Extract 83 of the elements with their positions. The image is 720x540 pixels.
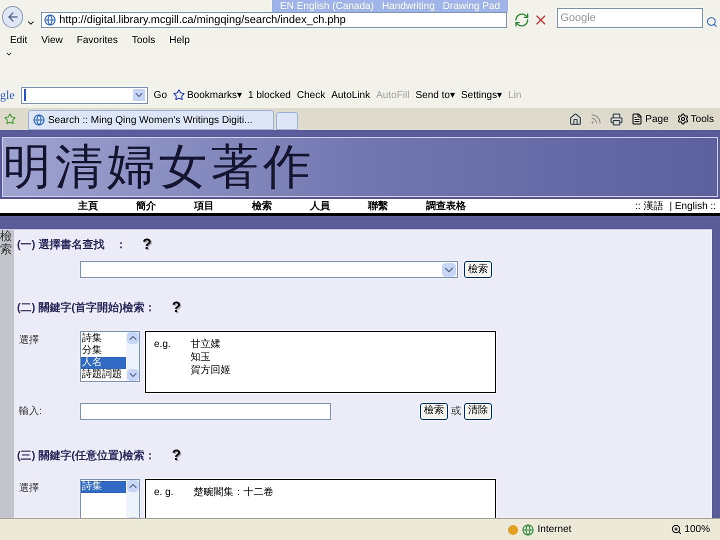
keyword-field[interactable] — [80, 402, 331, 420]
zone-text: Internet — [538, 523, 572, 537]
field-label: 選擇 — [18, 334, 40, 348]
listbox-option[interactable]: 分集 — [81, 345, 126, 357]
listbox-option[interactable]: 人名 — [81, 357, 126, 369]
example-label: e.g. — [154, 338, 171, 352]
field-label: 選擇 — [18, 482, 40, 496]
nav-link[interactable]: 人員 — [310, 198, 330, 214]
search-icon[interactable] — [706, 16, 718, 28]
sidebar-label: 檢索 — [0, 230, 12, 256]
example-label: e. g. — [154, 486, 174, 500]
search-button[interactable]: 檢索 — [420, 402, 448, 420]
search-field[interactable]: Google — [557, 8, 704, 28]
chevron-icon[interactable] — [5, 50, 13, 58]
listbox-option[interactable]: 詩集 — [81, 333, 126, 345]
menu-item[interactable]: Help — [169, 32, 190, 48]
title-select[interactable] — [80, 261, 458, 278]
nav-link[interactable]: 聯繫 — [368, 198, 388, 214]
example-text: 楚畹閣集：十二卷 — [193, 486, 274, 499]
toolbar-button[interactable]: AutoLink — [331, 88, 370, 102]
menu-item[interactable]: Tools — [132, 32, 156, 48]
toolbar-button[interactable]: Go — [154, 88, 168, 102]
menu-item[interactable]: Favorites — [76, 32, 118, 48]
zoom-control[interactable]: 100% — [671, 522, 720, 537]
page-icon — [33, 114, 45, 126]
listbox[interactable]: 詩集 分集 人名 詩題詞題 — [80, 331, 140, 382]
back-button[interactable] — [2, 6, 24, 28]
dropdown-icon[interactable] — [442, 262, 456, 276]
page-icon — [631, 113, 644, 125]
listbox-option[interactable]: 詩題詞題 — [81, 369, 126, 381]
zoom-icon — [671, 524, 682, 535]
google-logo: gle — [0, 87, 15, 104]
globe-icon — [522, 524, 534, 536]
toolbar-button[interactable]: 1 blocked — [248, 88, 291, 102]
nav-link[interactable]: 主頁 — [78, 198, 98, 214]
star-icon — [173, 89, 186, 101]
scroll-up-icon[interactable] — [126, 332, 138, 344]
help-icon[interactable]: ? — [172, 444, 181, 468]
help-icon[interactable]: ? — [172, 296, 181, 320]
listbox-option[interactable]: 詩集 — [81, 481, 126, 493]
scroll-down-icon[interactable] — [126, 369, 138, 381]
scrollbar[interactable] — [126, 332, 139, 381]
or-text: 或 — [451, 404, 461, 418]
toolbar-button[interactable]: Check — [296, 88, 326, 102]
warning-icon — [508, 524, 518, 534]
refresh-icon[interactable] — [514, 12, 530, 28]
feed-icon[interactable] — [590, 113, 602, 125]
site-title: 明清婦女著作 — [3, 143, 315, 191]
url-text: http://digital.library.mcgill.ca/mingqing/search/index_ch.php — [59, 12, 346, 28]
section-heading: (三) 關鍵字(任意位置)檢索： — [17, 448, 156, 464]
google-search-field[interactable] — [20, 86, 148, 104]
section-heading: (二) 關鍵字(首字開始)檢索： — [17, 300, 156, 316]
toolbar-button[interactable]: Send to▾ — [415, 88, 455, 102]
favorites-icon[interactable] — [4, 113, 16, 125]
nav-link[interactable]: 項目 — [194, 198, 214, 214]
print-icon[interactable] — [610, 112, 624, 126]
search-button[interactable]: 檢索 — [464, 261, 492, 278]
menu-item[interactable]: View — [41, 32, 63, 48]
field-label: 輸入: — [18, 404, 43, 418]
nav-link[interactable]: 調查表格 — [426, 198, 466, 214]
home-icon[interactable] — [569, 112, 582, 126]
language-link[interactable]: | English :: — [669, 198, 716, 214]
page-menu[interactable]: Page — [631, 112, 669, 126]
language-link[interactable]: :: 漢語 — [635, 198, 664, 214]
example-text: 賀方回姬 — [190, 364, 231, 377]
tools-menu[interactable]: Tools — [676, 112, 714, 126]
section-heading: (一) 選擇書名查找 ： — [17, 238, 126, 253]
browser-tab[interactable]: Search :: Ming Qing Women's Writings Digiti... — [28, 110, 274, 130]
nav-link[interactable]: 檢索 — [252, 198, 272, 214]
gear-icon — [676, 113, 689, 125]
example-text: 知玉 — [190, 351, 212, 364]
toolbar-button[interactable]: Settings▾ — [460, 88, 502, 102]
clear-button[interactable]: 清除 — [464, 402, 492, 420]
page-icon — [44, 14, 56, 26]
example-text: 甘立媃 — [190, 338, 222, 351]
toolbar-button[interactable]: Bookmarks▾ — [173, 88, 242, 102]
help-icon[interactable]: ? — [142, 234, 152, 256]
nav-link[interactable]: 簡介 — [136, 198, 156, 214]
menu-item[interactable]: Edit — [10, 32, 28, 48]
address-field[interactable]: http://digital.library.mcgill.ca/mingqing/search/index_ch.php — [41, 12, 508, 28]
scrollbar[interactable] — [126, 480, 139, 518]
scroll-up-icon[interactable] — [126, 480, 138, 492]
listbox[interactable]: 詩集 — [80, 479, 140, 518]
